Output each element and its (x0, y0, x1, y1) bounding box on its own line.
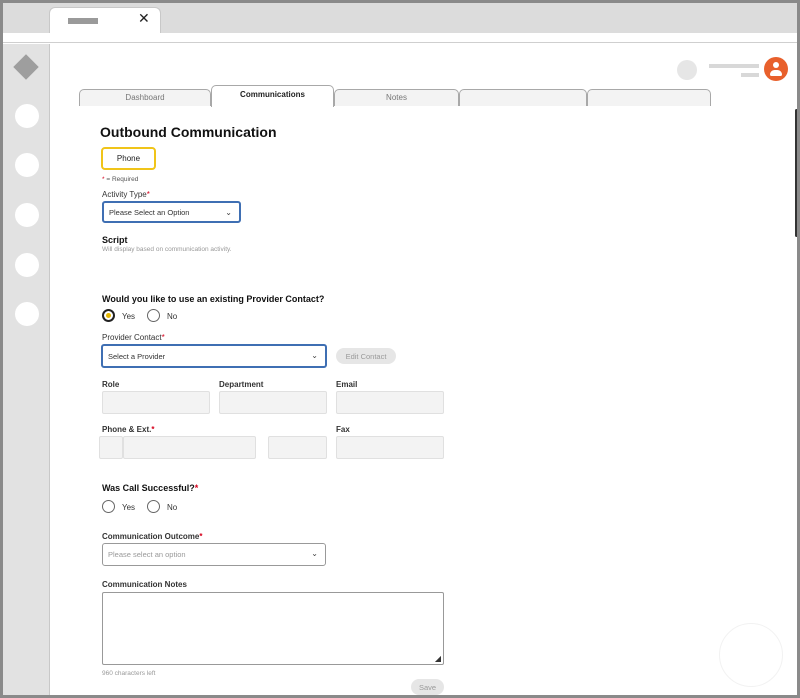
fax-field[interactable] (336, 436, 444, 459)
phone-country-field[interactable] (99, 436, 123, 459)
phone-label-text: Phone & Ext. (102, 425, 152, 434)
call-success-question-text: Was Call Successful? (102, 483, 195, 493)
outcome-placeholder: Please select an option (108, 550, 186, 559)
department-label: Department (219, 380, 264, 389)
required-legend-text: = Required (104, 176, 139, 183)
required-marker: * (146, 190, 150, 199)
provider-contact-label: Provider Contact* (102, 333, 165, 342)
resize-handle-icon[interactable]: ◢ (435, 654, 441, 663)
role-field[interactable] (102, 391, 210, 414)
required-marker: * (194, 483, 199, 493)
browser-toolbar (3, 33, 797, 43)
left-nav-rail (3, 44, 50, 695)
call-no-radio[interactable] (147, 500, 160, 513)
fax-label: Fax (336, 425, 350, 434)
chevron-down-icon: ⌄ (311, 351, 318, 360)
header-placeholder-icon[interactable] (677, 60, 697, 80)
floating-action-ghost (719, 623, 783, 687)
outcome-label: Communication Outcome* (102, 532, 202, 541)
nav-item-1[interactable] (15, 104, 39, 128)
provider-yes-radio[interactable] (102, 309, 115, 322)
provider-no-radio[interactable] (147, 309, 160, 322)
avatar[interactable] (764, 57, 788, 81)
app-tab-bar: Dashboard Communications Notes (79, 85, 711, 107)
provider-yes-label: Yes (122, 312, 136, 321)
app-window: ✕ Dashboard Communications Notes Outboun… (0, 0, 800, 698)
activity-type-label-text: Activity Type (102, 190, 147, 199)
user-icon-body (770, 70, 782, 76)
close-tab-icon[interactable]: ✕ (138, 10, 150, 27)
tab-dashboard[interactable]: Dashboard (79, 89, 211, 106)
call-no-label: No (167, 503, 178, 512)
notes-character-counter: 960 characters left (102, 670, 156, 677)
outcome-label-text: Communication Outcome (102, 532, 200, 541)
provider-no-label: No (167, 312, 178, 321)
user-icon-head (773, 62, 779, 68)
phone-channel-button[interactable]: Phone (101, 147, 156, 170)
role-label: Role (102, 380, 120, 389)
browser-tab-title-placeholder (68, 18, 98, 24)
email-label: Email (336, 380, 358, 389)
save-button[interactable]: Save (411, 679, 444, 695)
email-field[interactable] (336, 391, 444, 414)
required-legend: * = Required (102, 176, 138, 183)
logo-icon (13, 54, 39, 80)
call-yes-radio[interactable] (102, 500, 115, 513)
browser-tab[interactable]: ✕ (49, 7, 161, 33)
chevron-down-icon: ⌄ (225, 208, 232, 217)
required-marker: * (199, 532, 203, 541)
tab-communications[interactable]: Communications (211, 85, 334, 107)
notes-label: Communication Notes (102, 580, 187, 589)
scrollbar[interactable] (795, 109, 797, 237)
tab-notes[interactable]: Notes (334, 89, 459, 106)
browser-tab-strip: ✕ (3, 3, 797, 33)
phone-number-field[interactable] (123, 436, 256, 459)
nav-item-3[interactable] (15, 203, 39, 227)
provider-contact-select[interactable]: Select a Provider ⌄ (101, 344, 327, 368)
notes-textarea[interactable]: ◢ (102, 592, 444, 665)
required-marker: * (151, 425, 155, 434)
page-title: Outbound Communication (100, 124, 277, 140)
edit-contact-button[interactable]: Edit Contact (336, 348, 396, 364)
tab-empty-1[interactable] (459, 89, 587, 106)
header-user-role-placeholder (741, 73, 759, 77)
provider-contact-value: Select a Provider (108, 351, 166, 361)
tab-empty-2[interactable] (587, 89, 711, 106)
header-user-name-placeholder (709, 64, 759, 68)
required-marker: * (161, 333, 165, 342)
provider-contact-label-text: Provider Contact (102, 333, 162, 342)
activity-type-value: Please Select an Option (109, 207, 190, 217)
activity-type-select[interactable]: Please Select an Option ⌄ (102, 201, 241, 223)
outcome-select[interactable]: Please select an option ⌄ (102, 543, 326, 566)
nav-item-5[interactable] (15, 302, 39, 326)
script-title: Script (102, 235, 128, 245)
chevron-down-icon: ⌄ (311, 549, 318, 558)
nav-item-2[interactable] (15, 153, 39, 177)
activity-type-label: Activity Type* (102, 190, 150, 199)
nav-item-4[interactable] (15, 253, 39, 277)
department-field[interactable] (219, 391, 327, 414)
provider-question: Would you like to use an existing Provid… (102, 294, 325, 304)
call-success-question: Was Call Successful?* (102, 483, 198, 493)
script-hint: Will display based on communication acti… (102, 246, 232, 253)
phone-label: Phone & Ext.* (102, 425, 154, 434)
call-yes-label: Yes (122, 503, 136, 512)
phone-ext-field[interactable] (268, 436, 327, 459)
